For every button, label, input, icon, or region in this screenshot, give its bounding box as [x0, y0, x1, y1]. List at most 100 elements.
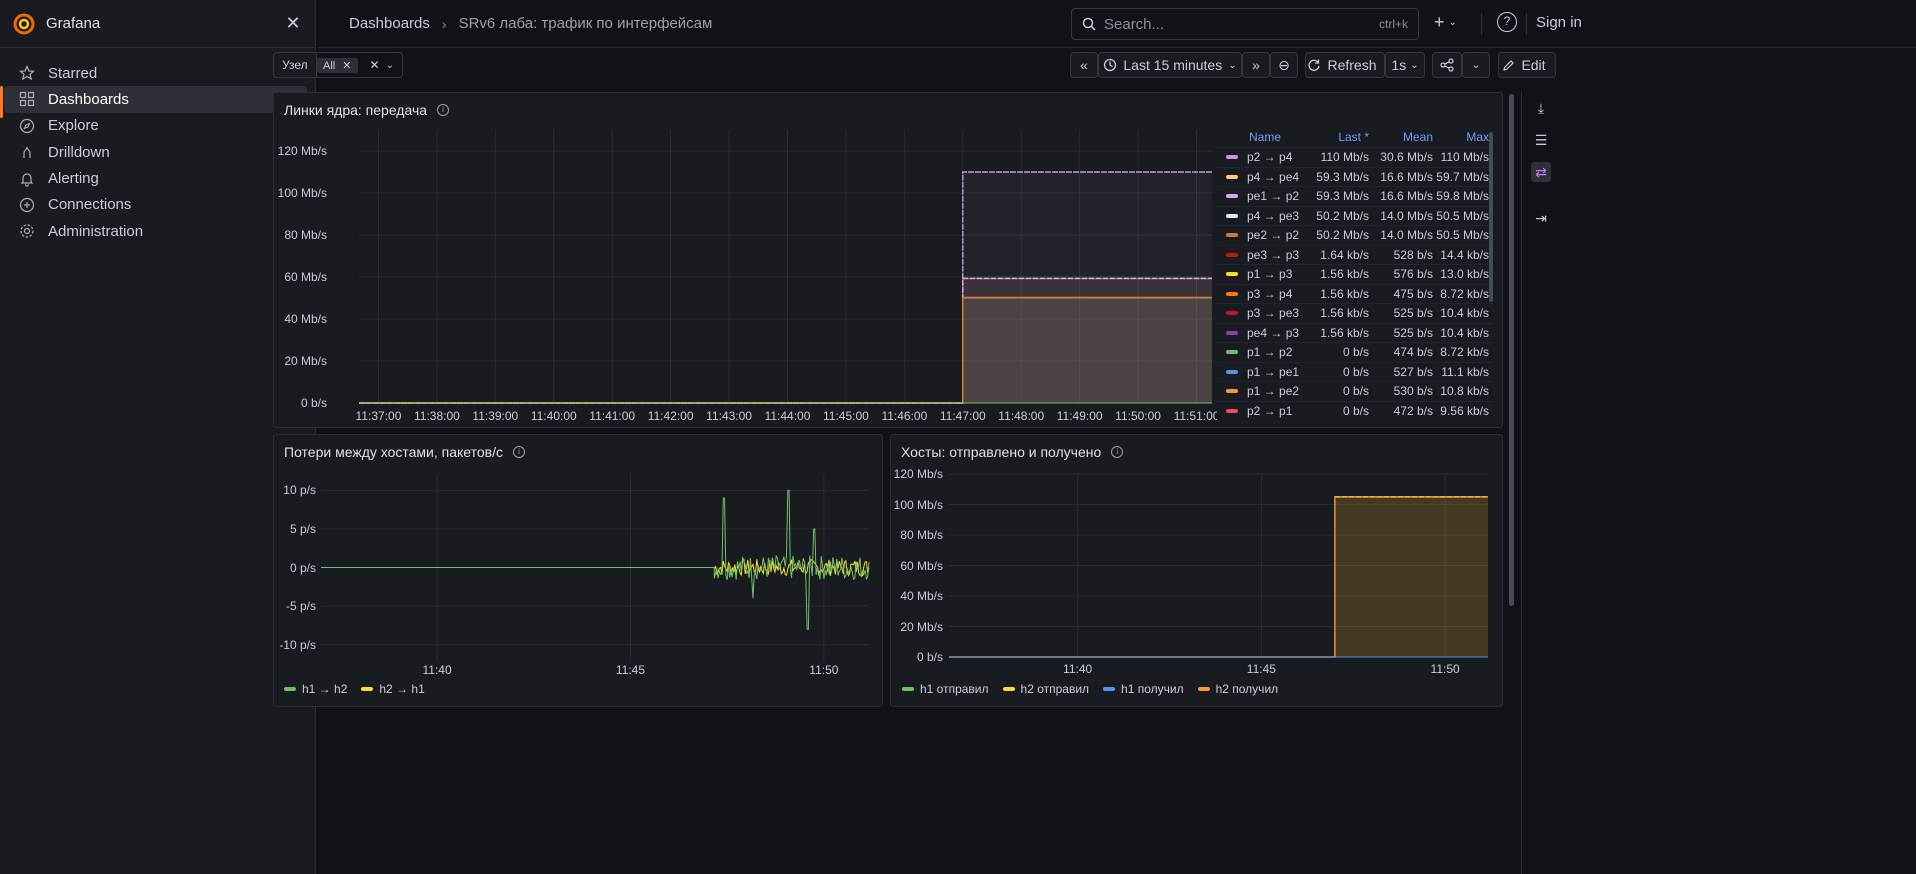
legend-last: 59.3 Mb/s: [1316, 189, 1369, 204]
legend-mean: 527 b/s: [1393, 364, 1433, 379]
legend-max: 8.72 kb/s: [1440, 286, 1489, 301]
x-tick-label: 11:39:00: [472, 409, 519, 423]
legend-name: p4 → pe3: [1247, 208, 1300, 223]
legend-header-name[interactable]: Name: [1247, 130, 1305, 144]
outline-icon[interactable]: ☰: [1531, 130, 1551, 150]
grafana-logo-icon[interactable]: [12, 12, 36, 36]
legend-header-last[interactable]: Last *: [1305, 130, 1369, 144]
legend-row[interactable]: p2 → p1 0 b/s 472 b/s 9.56 kb/s: [1217, 400, 1493, 421]
new-button[interactable]: + ⌄: [1434, 12, 1457, 33]
legend-row[interactable]: pe1 → p2 59.3 Mb/s 16.6 Mb/s 59.8 Mb/s: [1217, 186, 1493, 206]
help-icon[interactable]: ?: [1497, 12, 1517, 32]
legend-row[interactable]: p1 → pe1 0 b/s 527 b/s 11.1 kb/s: [1217, 361, 1493, 382]
legend-header-max[interactable]: Max: [1433, 130, 1489, 144]
time-range-picker[interactable]: Last 15 minutes ⌄: [1098, 52, 1242, 78]
legend-swatch: [1226, 194, 1238, 199]
y-tick-label: 80 Mb/s: [900, 528, 943, 542]
share-menu-button[interactable]: ⌄: [1462, 52, 1490, 78]
edit-button[interactable]: Edit: [1498, 52, 1556, 78]
legend-row[interactable]: pe3 → p3 1.64 kb/s 528 b/s 14.4 kb/s: [1217, 244, 1493, 265]
legend-swatch: [1226, 311, 1238, 316]
legend-mean: 30.6 Mb/s: [1380, 150, 1433, 165]
legend-swatch-cell: [1217, 272, 1247, 277]
dashboard-scrollbar[interactable]: [1509, 94, 1514, 606]
legend-last: 0 b/s: [1342, 403, 1369, 418]
sidebar-item-label: Dashboards: [48, 90, 129, 108]
drilldown-icon: [18, 143, 36, 161]
legend-name: p2 → p1: [1247, 403, 1293, 418]
y-tick-label: 40 Mb/s: [900, 589, 943, 603]
plus-icon: +: [1434, 12, 1445, 32]
legend-row[interactable]: p3 → p4 1.56 kb/s 475 b/s 8.72 kb/s: [1217, 283, 1493, 304]
legend-item[interactable]: h1 отправил: [902, 682, 989, 696]
variable-chip-label: All: [323, 59, 336, 72]
refresh-interval-picker[interactable]: 1s ⌄: [1385, 52, 1425, 78]
legend-row[interactable]: p4 → pe3 50.2 Mb/s 14.0 Mb/s 50.5 Mb/s: [1217, 205, 1493, 226]
chip-remove-icon[interactable]: ✕: [342, 60, 351, 72]
variable-select[interactable]: All ✕ ✕ ⌄: [309, 52, 403, 78]
sidebar-item-label: Drilldown: [48, 143, 110, 161]
x-tick-label: 11:42:00: [647, 409, 694, 423]
legend-row[interactable]: pe2 → p2 50.2 Mb/s 14.0 Mb/s 50.5 Mb/s: [1217, 225, 1493, 245]
legend-row[interactable]: p4 → pe4 59.3 Mb/s 16.6 Mb/s 59.7 Mb/s: [1217, 166, 1493, 187]
sidebar-item-starred[interactable]: Starred⌄: [4, 60, 307, 86]
sidebar-item-drilldown[interactable]: Drilldown⌄: [4, 139, 307, 165]
legend-swatch: [1226, 389, 1238, 394]
y-tick-label: 0 p/s: [289, 560, 316, 575]
legend-max: 11.1 kb/s: [1441, 364, 1489, 379]
legend-header: Name Last * Mean Max: [1217, 127, 1493, 147]
legend-item[interactable]: h2 → h1: [361, 682, 425, 696]
time-forward-button[interactable]: »: [1242, 52, 1270, 78]
legend-swatch-cell: [1217, 291, 1247, 296]
panel-host-loss-chart[interactable]: [273, 434, 883, 707]
sidebar-item-explore[interactable]: Explore: [4, 113, 307, 139]
legend-item[interactable]: h2 отправил: [1002, 682, 1090, 696]
clear-icon[interactable]: ✕: [370, 58, 380, 72]
legend-row[interactable]: p2 → p4 110 Mb/s 30.6 Mb/s 110 Mb/s: [1217, 147, 1493, 167]
x-tick-label: 11:44:00: [764, 409, 811, 423]
legend-max: 13.0 kb/s: [1440, 267, 1489, 282]
x-tick-label: 11:43:00: [706, 409, 752, 423]
legend-label: h1 получил: [1121, 682, 1184, 696]
legend-item[interactable]: h1 получил: [1103, 682, 1184, 696]
share-button[interactable]: [1432, 52, 1462, 78]
legend-item[interactable]: h2 получил: [1197, 682, 1278, 696]
sidebar-item-alerting[interactable]: Alerting⌄: [4, 166, 307, 192]
clock-icon: [1104, 58, 1117, 72]
variable-chip[interactable]: All ✕: [317, 57, 358, 73]
legend-mean: 528 b/s: [1393, 247, 1433, 262]
legend-header-mean[interactable]: Mean: [1369, 130, 1433, 144]
legend-mean: 472 b/s: [1393, 403, 1433, 418]
sidebar-item-connections[interactable]: Connections⌄: [4, 192, 307, 218]
legend-row[interactable]: p1 → p2 0 b/s 474 b/s 8.72 kb/s: [1217, 342, 1493, 362]
legend-label: h1 → h2: [302, 682, 348, 696]
sidebar-item-dashboards[interactable]: Dashboards⌄: [0, 86, 307, 119]
x-tick-label: 11:41:00: [589, 409, 636, 423]
legend-row[interactable]: p1 → p3 1.56 kb/s 576 b/s 13.0 kb/s: [1217, 264, 1493, 284]
legend-row[interactable]: p1 → pe2 0 b/s 530 b/s 10.8 kb/s: [1217, 381, 1493, 401]
x-tick-label: 11:51:00: [1173, 409, 1220, 423]
sidebar-item-label: Starred: [48, 64, 98, 82]
panel-hosts-traffic-chart[interactable]: [890, 434, 1503, 707]
time-back-icon: «: [1080, 57, 1088, 73]
switch-icon[interactable]: ⇄: [1531, 162, 1551, 182]
zoom-out-button[interactable]: ⊖: [1270, 52, 1298, 78]
refresh-button[interactable]: Refresh: [1305, 52, 1385, 78]
legend-swatch-cell: [1217, 233, 1247, 238]
legend-item[interactable]: h1 → h2: [284, 682, 347, 696]
x-tick-label: 11:40: [422, 663, 452, 677]
time-back-button[interactable]: «: [1070, 52, 1098, 78]
legend-row[interactable]: p3 → pe3 1.56 kb/s 525 b/s 10.4 kb/s: [1217, 303, 1493, 323]
download-icon[interactable]: ⤓: [1531, 98, 1551, 118]
legend-mean: 576 b/s: [1393, 267, 1433, 282]
sidebar-item-administration[interactable]: Administration⌄: [4, 218, 307, 244]
legend-name: pe3 → p3: [1247, 247, 1300, 262]
legend-scrollbar[interactable]: [1489, 132, 1493, 302]
breadcrumb-dashboards[interactable]: Dashboards: [349, 15, 430, 32]
sign-in-link[interactable]: Sign in: [1536, 14, 1582, 31]
search-input[interactable]: Search... ctrl+k: [1071, 8, 1419, 40]
collapse-icon[interactable]: ⇥: [1531, 208, 1551, 228]
legend-row[interactable]: pe4 → p3 1.56 kb/s 525 b/s 10.4 kb/s: [1217, 322, 1493, 343]
legend-label: h2 отправил: [1020, 682, 1090, 696]
close-icon[interactable]: ✕: [283, 13, 303, 34]
